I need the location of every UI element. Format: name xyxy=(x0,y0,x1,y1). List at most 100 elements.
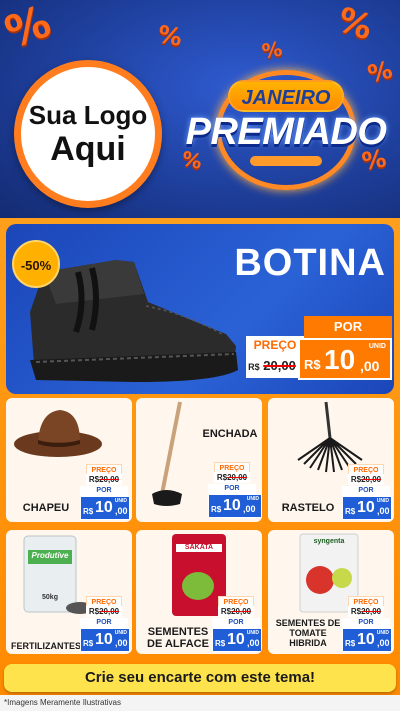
price-unit: UNID xyxy=(114,630,127,636)
price-unit: UNID xyxy=(376,498,389,504)
package-label: SAKATA xyxy=(184,544,214,551)
old-price-currency: R$ xyxy=(220,607,232,616)
product-name: RASTELO xyxy=(281,502,335,514)
new-price-currency: R$ xyxy=(345,507,356,516)
new-price-currency: R$ xyxy=(304,357,321,372)
old-price-currency: R$ xyxy=(350,475,362,484)
hero-price-tag: PREÇO R$ 20,00 POR R$ 10 ,00 UNID xyxy=(242,312,392,380)
new-price-label: POR xyxy=(80,618,128,628)
price-tag: PREÇO R$20,00 POR R$ 10 ,00 UNID xyxy=(212,596,262,652)
new-price-integer: 10 xyxy=(95,499,113,516)
new-price-currency: R$ xyxy=(215,639,226,648)
old-price-currency: R$ xyxy=(88,475,100,484)
new-price-label: POR xyxy=(80,486,128,496)
product-name: SEMENTES DE TOMATE HIBRIDA xyxy=(270,618,346,648)
badge-underline xyxy=(250,156,322,166)
old-price: R$20,00 xyxy=(86,606,122,617)
new-price-cents: ,00 xyxy=(243,504,256,514)
logo-text-line2: Aqui xyxy=(50,130,126,168)
new-price: R$ 10 ,00 UNID xyxy=(342,628,392,652)
old-price-value: 20,00 xyxy=(361,475,382,484)
new-price-integer: 10 xyxy=(357,631,375,648)
disclaimer-footer: *Imagens Meramente Ilustrativas xyxy=(0,695,400,711)
product-name-line3: HIBRIDA xyxy=(289,638,327,648)
price-unit: UNID xyxy=(246,496,259,502)
product-card-sementes-alface[interactable]: SAKATA SEMENTES DE ALFACE PREÇO R$20,00 … xyxy=(136,530,262,654)
old-price: R$20,00 xyxy=(348,606,384,617)
old-price-value: 20,00 xyxy=(231,607,252,616)
header-banner: % % % % % % % Sua Logo Aqui JANEIRO PREM… xyxy=(0,0,400,218)
old-price-value: 20,00 xyxy=(227,473,248,482)
new-price-integer: 10 xyxy=(227,631,245,648)
new-price-label: POR xyxy=(342,486,390,496)
product-card-enchada[interactable]: ENCHADA PREÇO R$20,00 POR R$ 10 ,00 UNID xyxy=(136,398,262,522)
new-price: R$ 10 ,00 UNID xyxy=(80,628,130,652)
hero-product[interactable]: -50% BOTINA PREÇO R$ 20,00 POR R$ 10 ,00… xyxy=(6,224,394,394)
product-name-line2: TOMATE xyxy=(289,628,327,638)
price-tag: PREÇO R$20,00 POR R$ 10 ,00 UNID xyxy=(342,596,392,652)
price-tag: PREÇO R$20,00 POR R$ 10 ,00 UNID xyxy=(342,464,392,520)
new-price-cents: ,00 xyxy=(115,506,128,516)
product-name: CHAPEU xyxy=(22,502,70,514)
new-price-integer: 10 xyxy=(95,631,113,648)
badge-month: JANEIRO xyxy=(228,80,344,112)
new-price-currency: R$ xyxy=(83,507,94,516)
new-price: R$ 10 ,00 UNID xyxy=(298,338,392,380)
new-price-cents: ,00 xyxy=(360,358,380,374)
price-tag: PREÇO R$20,00 POR R$ 10 ,00 UNID xyxy=(80,596,130,652)
new-price: R$ 10 ,00 UNID xyxy=(212,628,262,652)
new-price: R$ 10 ,00 UNID xyxy=(342,496,392,520)
old-price: R$20,00 xyxy=(348,474,384,485)
price-unit: UNID xyxy=(376,630,389,636)
old-price-currency: R$ xyxy=(88,607,100,616)
package-weight: 50kg xyxy=(42,594,58,601)
new-price-label: POR xyxy=(304,316,392,338)
package-label: syngenta xyxy=(313,538,345,545)
old-price-value: 20,00 xyxy=(99,475,120,484)
old-price-value: 20,00 xyxy=(263,358,296,373)
promo-badge: JANEIRO PREMIADO xyxy=(180,70,392,190)
product-name-line1: SEMENTES xyxy=(147,626,209,638)
product-name-line1: SEMENTES DE xyxy=(275,618,341,628)
percent-decoration: % xyxy=(332,0,378,49)
old-price-currency: R$ xyxy=(350,607,362,616)
new-price-integer: 10 xyxy=(223,497,241,514)
price-tag: PREÇO R$20,00 POR R$ 10 ,00 UNID xyxy=(80,464,130,520)
product-name: ENCHADA xyxy=(202,428,258,440)
old-price-value: 20,00 xyxy=(361,607,382,616)
hero-product-title: BOTINA xyxy=(234,242,386,284)
new-price-integer: 10 xyxy=(357,499,375,516)
old-price: R$20,00 xyxy=(86,474,122,485)
logo-text-line1: Sua Logo xyxy=(28,100,148,130)
percent-decoration: % xyxy=(155,20,185,52)
old-price-value: 20,00 xyxy=(99,607,120,616)
new-price-label: POR xyxy=(342,618,390,628)
old-price-currency: R$ xyxy=(248,362,260,372)
old-price: R$ 20,00 xyxy=(246,354,298,378)
old-price-label: PREÇO xyxy=(246,336,304,354)
discount-badge: -50% xyxy=(12,240,60,288)
product-card-chapeu[interactable]: CHAPEU PREÇO R$20,00 POR R$ 10 ,00 UNID xyxy=(6,398,132,522)
new-price-currency: R$ xyxy=(83,639,94,648)
product-card-fertilizantes[interactable]: Produtive 50kg FERTILIZANTES PREÇO R$20,… xyxy=(6,530,132,654)
price-tag: PREÇO R$20,00 POR R$ 10 ,00 UNID xyxy=(208,462,262,518)
new-price: R$ 10 ,00 UNID xyxy=(208,494,262,518)
new-price-cents: ,00 xyxy=(377,638,390,648)
package-label: Produtive xyxy=(31,551,69,560)
new-price: R$ 10 ,00 UNID xyxy=(80,496,130,520)
new-price-currency: R$ xyxy=(211,505,222,514)
price-unit: UNID xyxy=(246,630,259,636)
new-price-cents: ,00 xyxy=(377,506,390,516)
product-card-rastelo[interactable]: RASTELO PREÇO R$20,00 POR R$ 10 ,00 UNID xyxy=(268,398,394,522)
product-name-line2: DE ALFACE xyxy=(147,638,209,650)
percent-decoration: % xyxy=(0,0,58,60)
product-card-sementes-tomate[interactable]: syngenta SEMENTES DE TOMATE HIBRIDA PREÇ… xyxy=(268,530,394,654)
new-price-label: POR xyxy=(208,484,256,494)
price-unit: UNID xyxy=(114,498,127,504)
new-price-integer: 10 xyxy=(324,344,356,375)
old-price-currency: R$ xyxy=(216,473,228,482)
cta-banner[interactable]: Crie seu encarte com este tema! xyxy=(4,664,396,692)
old-price: R$20,00 xyxy=(218,606,254,617)
flyer-body: -50% BOTINA PREÇO R$ 20,00 POR R$ 10 ,00… xyxy=(0,218,400,695)
percent-decoration: % xyxy=(260,36,284,64)
